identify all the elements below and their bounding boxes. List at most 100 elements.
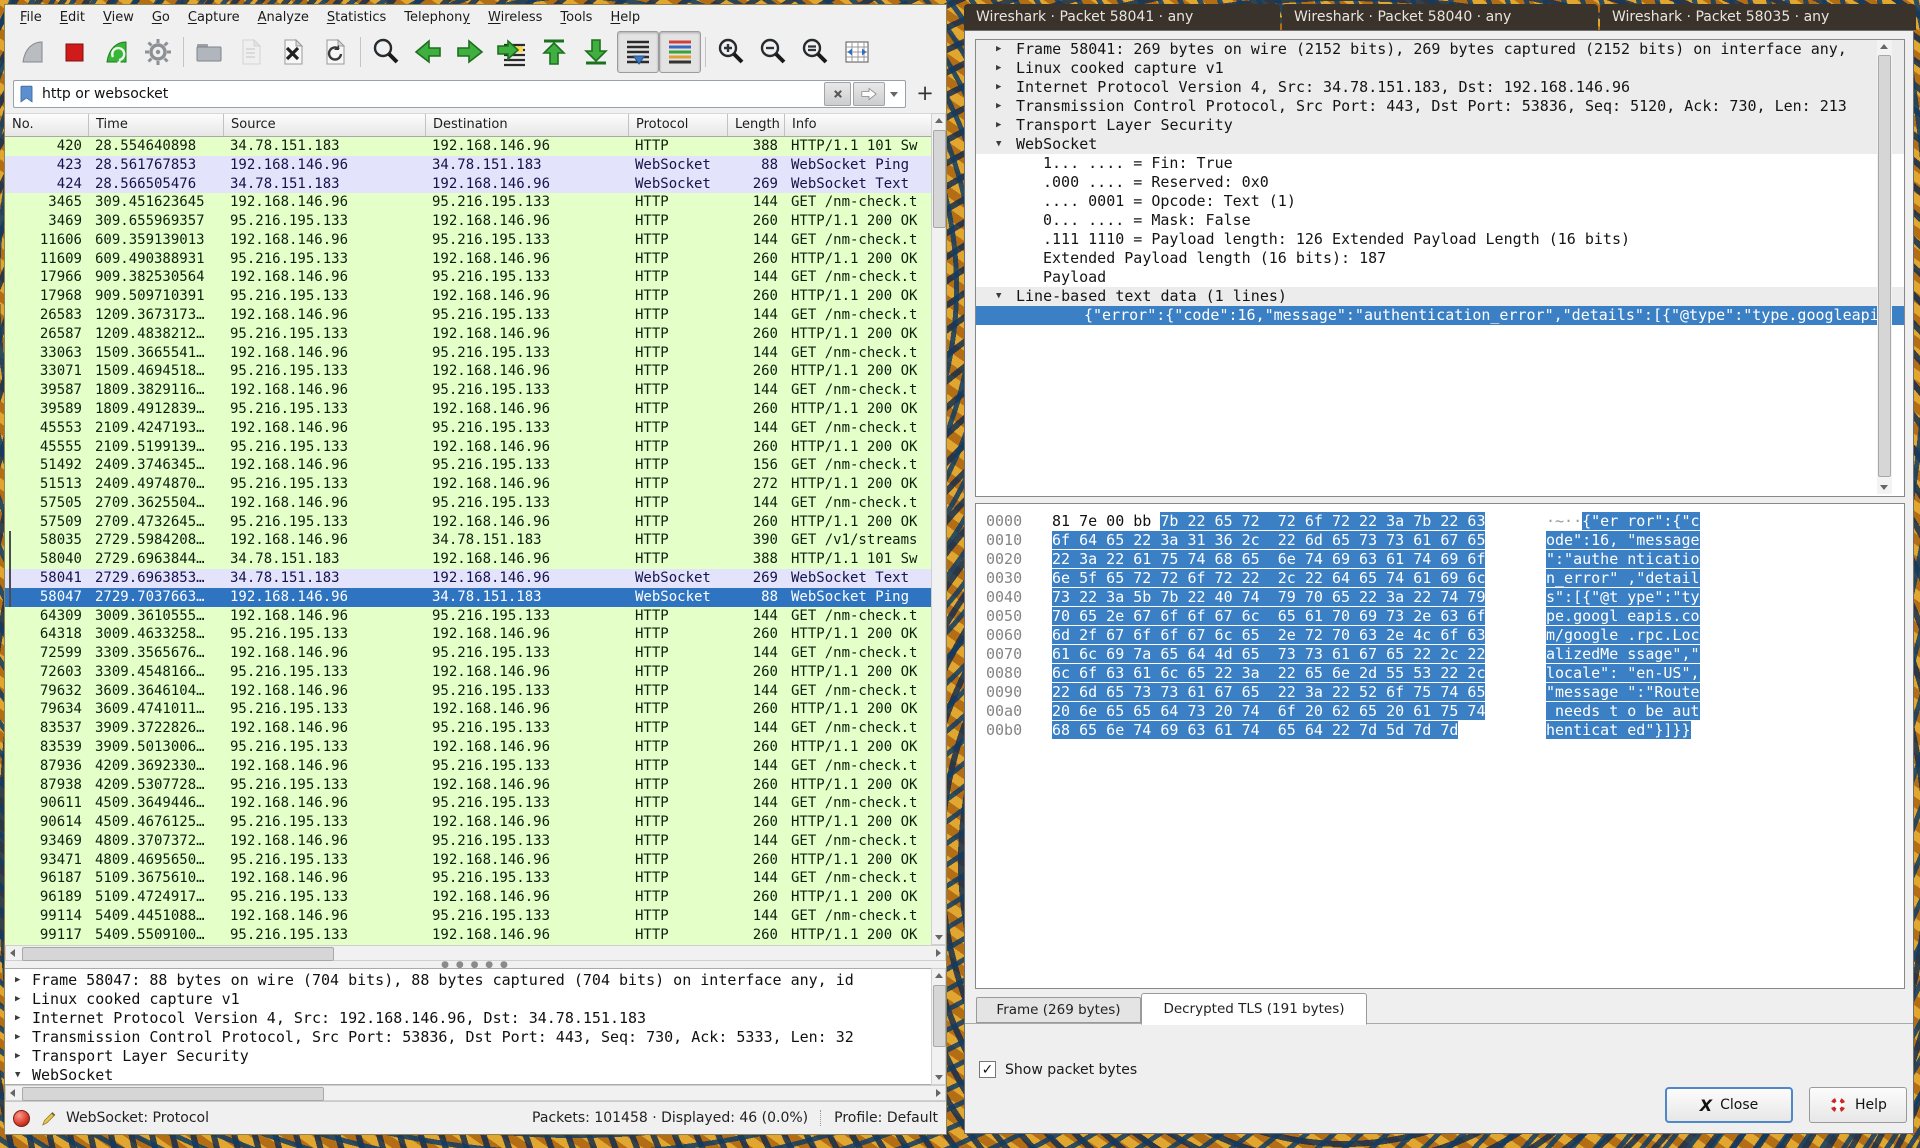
- packet-row[interactable]: 725993309.3565676…192.168.146.9695.216.1…: [5, 644, 931, 663]
- tree-row[interactable]: Payload: [976, 268, 1904, 287]
- hex-row[interactable]: 000081 7e 00 bb 7b 22 65 72 72 6f 72 22 …: [976, 512, 1904, 531]
- save-capture-file-icon[interactable]: [230, 31, 272, 73]
- capture-options-icon[interactable]: [137, 31, 179, 73]
- scrollbar-thumb[interactable]: [22, 1087, 324, 1101]
- open-capture-file-icon[interactable]: [188, 31, 230, 73]
- tree-row[interactable]: .111 1110 = Payload length: 126 Extended…: [976, 230, 1904, 249]
- packet-row[interactable]: 906114509.3649446…192.168.146.9695.216.1…: [5, 794, 931, 813]
- hex-row[interactable]: 004073 22 3a 5b 7b 22 40 74 79 70 65 22 …: [976, 588, 1904, 607]
- hex-row[interactable]: 00106f 64 65 22 3a 31 36 2c 22 6d 65 73 …: [976, 531, 1904, 550]
- packet-row[interactable]: 330631509.3665541…192.168.146.9695.216.1…: [5, 344, 931, 363]
- zoom-reset-icon[interactable]: [794, 31, 836, 73]
- close-capture-file-icon[interactable]: [272, 31, 314, 73]
- hex-row[interactable]: 00b068 65 6e 74 69 63 61 74 65 64 22 7d …: [976, 721, 1904, 740]
- hex-row[interactable]: 00606d 2f 67 6f 6f 67 6c 65 2e 72 70 63 …: [976, 626, 1904, 645]
- filter-clear-icon[interactable]: [824, 82, 851, 106]
- packet-row[interactable]: 42328.561767853192.168.146.9634.78.151.1…: [5, 156, 931, 175]
- capture-start-icon[interactable]: [11, 31, 53, 73]
- packet-row[interactable]: 580352729.5984208…192.168.146.9634.78.15…: [5, 531, 931, 550]
- tree-row[interactable]: 0... .... = Mask: False: [976, 211, 1904, 230]
- detail-tree-row[interactable]: ▶Internet Protocol Version 4, Src: 192.1…: [5, 1009, 931, 1028]
- collapsed-arrow-icon[interactable]: ▶: [996, 59, 1001, 78]
- detail-vscrollbar[interactable]: [931, 968, 946, 1085]
- tree-row[interactable]: .... 0001 = Opcode: Text (1): [976, 192, 1904, 211]
- packet-row[interactable]: 42428.56650547634.78.151.183192.168.146.…: [5, 175, 931, 194]
- packet-row[interactable]: 879364209.3692330…192.168.146.9695.216.1…: [5, 757, 931, 776]
- annotation-pencil-icon[interactable]: [40, 1109, 58, 1127]
- collapsed-arrow-icon[interactable]: ▶: [15, 990, 20, 1009]
- scrollbar-thumb[interactable]: [1878, 55, 1891, 477]
- scrollbar-thumb[interactable]: [22, 947, 334, 961]
- packet-row[interactable]: 580412729.6963853…34.78.151.183192.168.1…: [5, 569, 931, 588]
- packet-row[interactable]: 835373909.3722826…192.168.146.9695.216.1…: [5, 719, 931, 738]
- detail-tree-row[interactable]: ▶Frame 58047: 88 bytes on wire (704 bits…: [5, 971, 931, 990]
- tree-row[interactable]: ▶Transport Layer Security: [976, 116, 1904, 135]
- column-header-destination[interactable]: Destination: [426, 114, 629, 136]
- resize-columns-icon[interactable]: [836, 31, 878, 73]
- find-packet-icon[interactable]: [365, 31, 407, 73]
- tree-row[interactable]: Extended Payload length (16 bits): 187: [976, 249, 1904, 268]
- packet-row[interactable]: 575052709.3625504…192.168.146.9695.216.1…: [5, 494, 931, 513]
- scroll-up-icon[interactable]: [932, 114, 945, 127]
- packet-row[interactable]: 961895109.4724917…95.216.195.133192.168.…: [5, 888, 931, 907]
- packet-row[interactable]: 3465309.451623645192.168.146.9695.216.19…: [5, 193, 931, 212]
- menu-help[interactable]: Help: [601, 8, 649, 27]
- titlebar-packet-58041[interactable]: Wireshark · Packet 58041 · any: [964, 4, 1280, 30]
- titlebar-packet-58040[interactable]: Wireshark · Packet 58040 · any: [1282, 4, 1598, 30]
- hex-row[interactable]: 00a020 6e 65 65 64 73 20 74 6f 20 62 65 …: [976, 702, 1904, 721]
- menu-capture[interactable]: Capture: [179, 8, 249, 27]
- scroll-left-icon[interactable]: [6, 946, 19, 959]
- collapsed-arrow-icon[interactable]: ▶: [15, 1009, 20, 1028]
- packet-row[interactable]: 330711509.4694518…95.216.195.133192.168.…: [5, 362, 931, 381]
- colorize-packets-icon[interactable]: [659, 31, 701, 73]
- zoom-out-icon[interactable]: [752, 31, 794, 73]
- menu-go[interactable]: Go: [143, 8, 179, 27]
- hex-row[interactable]: 002022 3a 22 61 75 74 68 65 6e 74 69 63 …: [976, 550, 1904, 569]
- tree-row[interactable]: ▶Linux cooked capture v1: [976, 59, 1904, 78]
- expanded-arrow-icon[interactable]: ▼: [15, 1066, 20, 1085]
- detail-tree-row[interactable]: ▼WebSocket: [5, 1066, 931, 1085]
- filter-apply-icon[interactable]: [853, 82, 885, 106]
- collapsed-arrow-icon[interactable]: ▶: [996, 78, 1001, 97]
- detail-tree-row[interactable]: ▶Linux cooked capture v1: [5, 990, 931, 1009]
- column-header-protocol[interactable]: Protocol: [629, 114, 728, 136]
- scrollbar-thumb[interactable]: [933, 985, 946, 1047]
- scroll-up-icon[interactable]: [932, 969, 945, 982]
- packet-row[interactable]: 395891809.4912839…95.216.195.133192.168.…: [5, 400, 931, 419]
- status-profile[interactable]: Profile: Default: [834, 1110, 938, 1126]
- column-header-no[interactable]: No.: [5, 114, 89, 136]
- expert-info-icon[interactable]: [13, 1110, 30, 1127]
- next-packet-icon[interactable]: [449, 31, 491, 73]
- capture-stop-icon[interactable]: [53, 31, 95, 73]
- scroll-left-icon[interactable]: [6, 1086, 19, 1099]
- packet-row[interactable]: 934714809.4695650…95.216.195.133192.168.…: [5, 851, 931, 870]
- tree-row[interactable]: ▼Line-based text data (1 lines): [976, 287, 1904, 306]
- tree-row[interactable]: ▶Frame 58041: 269 bytes on wire (2152 bi…: [976, 40, 1904, 59]
- column-header-length[interactable]: Length: [728, 114, 785, 136]
- tree-row-selected[interactable]: {"error":{"code":16,"message":"authentic…: [976, 306, 1904, 325]
- scrollbar-thumb[interactable]: [933, 130, 946, 228]
- packet-row[interactable]: 726033309.4548166…95.216.195.133192.168.…: [5, 663, 931, 682]
- packet-row[interactable]: 643093009.3610555…192.168.146.9695.216.1…: [5, 607, 931, 626]
- tab-decrypted-tls[interactable]: Decrypted TLS (191 bytes): [1141, 993, 1367, 1025]
- packet-row[interactable]: 991175409.5509100…95.216.195.133192.168.…: [5, 926, 931, 945]
- collapsed-arrow-icon[interactable]: ▶: [996, 97, 1001, 116]
- collapsed-arrow-icon[interactable]: ▶: [996, 116, 1001, 135]
- menu-file[interactable]: File: [11, 8, 51, 27]
- collapsed-arrow-icon[interactable]: ▶: [15, 1047, 20, 1066]
- checkbox-check-icon[interactable]: ✓: [979, 1061, 996, 1078]
- packet-row[interactable]: 796323609.3646104…192.168.146.9695.216.1…: [5, 682, 931, 701]
- menu-tools[interactable]: Tools: [551, 8, 601, 27]
- menu-statistics[interactable]: Statistics: [318, 8, 395, 27]
- column-header-source[interactable]: Source: [224, 114, 426, 136]
- hex-row[interactable]: 007061 6c 69 7a 65 64 4d 65 73 73 61 67 …: [976, 645, 1904, 664]
- packet-row[interactable]: 934694809.3707372…192.168.146.9695.216.1…: [5, 832, 931, 851]
- tree-row[interactable]: ▶Internet Protocol Version 4, Src: 34.78…: [976, 78, 1904, 97]
- collapsed-arrow-icon[interactable]: ▶: [996, 40, 1001, 59]
- tree-row[interactable]: 1... .... = Fin: True: [976, 154, 1904, 173]
- column-header-time[interactable]: Time: [89, 114, 224, 136]
- packet-row[interactable]: 991145409.4451088…192.168.146.9695.216.1…: [5, 907, 931, 926]
- filter-add-button[interactable]: +: [912, 79, 938, 107]
- packet-row[interactable]: 265871209.4838212…95.216.195.133192.168.…: [5, 325, 931, 344]
- packet-row[interactable]: 265831209.3673173…192.168.146.9695.216.1…: [5, 306, 931, 325]
